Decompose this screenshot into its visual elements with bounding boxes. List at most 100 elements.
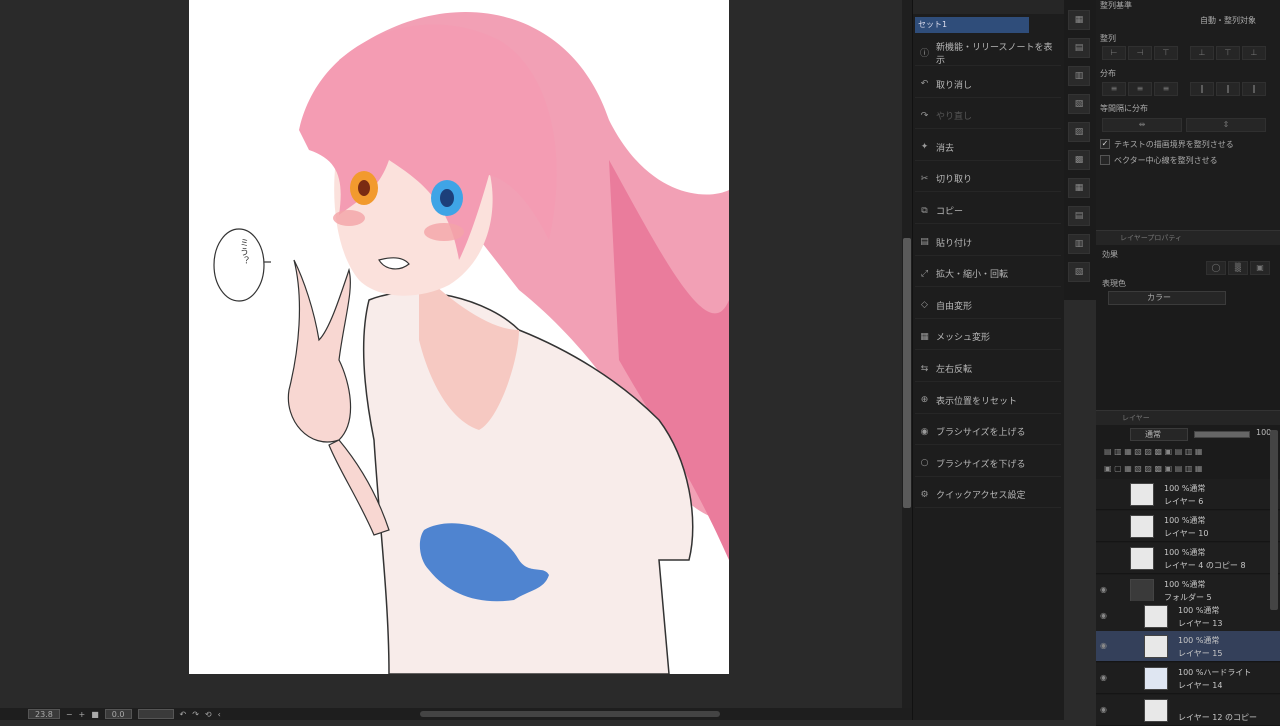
stop-icon[interactable]: ■ — [91, 710, 99, 719]
layer-name: レイヤー 6 — [1164, 497, 1204, 506]
visibility-eye-icon[interactable]: ◉ — [1100, 641, 1107, 650]
rotation-slider[interactable] — [137, 709, 174, 719]
layer-thumbnail — [1144, 635, 1168, 658]
panel-tab-icon[interactable]: ▦ — [1068, 178, 1090, 198]
text-bounds-checkbox[interactable]: ✓ — [1100, 139, 1110, 149]
layer-row[interactable]: ◉ 100 %通常 レイヤー 13 — [1096, 601, 1280, 632]
layer-tool-row[interactable]: ▣ ▢ ▦ ▧ ▨ ▩ ▣ ▤ ▥ ▦ — [1104, 464, 1274, 476]
opacity-value: 100 — [1256, 428, 1272, 437]
distribute-right-button[interactable]: ≡ — [1154, 82, 1178, 96]
visibility-eye-icon[interactable]: ◉ — [1100, 611, 1107, 620]
blend-mode-select[interactable]: 通常 — [1130, 428, 1188, 441]
layer-row[interactable]: 100 %通常 レイヤー 10 — [1096, 511, 1280, 542]
panel-tab-icon[interactable]: ▥ — [1068, 66, 1090, 86]
quick-access-item[interactable]: ⓘ 新機能・リリースノートを表示 — [915, 40, 1061, 66]
panel-icon-column: ▦ ▤ ▥ ▧ ▨ ▩ ▦ ▤ ▥ ▧ — [1064, 0, 1096, 300]
align-middle-button[interactable]: ⊤ — [1216, 46, 1240, 60]
equal-vertical-button[interactable]: ⇕ — [1186, 118, 1266, 132]
quick-access-item[interactable]: ⊕ 表示位置をリセット — [915, 388, 1061, 414]
quick-access-item[interactable]: ⇆ 左右反転 — [915, 356, 1061, 382]
free-transform-icon: ◇ — [921, 300, 928, 311]
quick-access-label: 消去 — [936, 143, 955, 154]
equal-horizontal-button[interactable]: ⇹ — [1102, 118, 1182, 132]
panel-tab-icon[interactable]: ▤ — [1068, 38, 1090, 58]
quick-access-item[interactable]: ◉ ブラシサイズを上げる — [915, 419, 1061, 446]
quick-access-item[interactable]: ↶ 取り消し — [915, 72, 1061, 98]
layer-tool-row[interactable]: ▤ ▥ ▦ ▧ ▨ ▩ ▣ ▤ ▥ ▦ — [1104, 447, 1274, 459]
color-mode-select[interactable]: カラー — [1108, 291, 1226, 305]
quick-access-item[interactable]: ✦ 消去 — [915, 135, 1061, 161]
opacity-slider[interactable] — [1194, 431, 1250, 438]
quick-access-label: 表示位置をリセット — [936, 396, 1018, 407]
layer-name: レイヤー 15 — [1178, 649, 1223, 658]
quick-access-set-tab[interactable]: セット1 — [915, 17, 1029, 33]
layer-panel: レイヤー 通常 100 ▤ ▥ ▦ ▧ ▨ ▩ ▣ ▤ ▥ ▦ ▣ ▢ ▦ ▧ … — [1096, 410, 1280, 726]
vector-center-checkbox[interactable] — [1100, 155, 1110, 165]
layer-name: レイヤー 12 のコピー — [1178, 713, 1258, 722]
quick-access-label: 貼り付け — [936, 238, 973, 249]
distribute-bottom-button[interactable]: ‖ — [1242, 82, 1266, 96]
visibility-eye-icon[interactable]: ◉ — [1100, 585, 1107, 594]
reset-rotation-icon[interactable]: ⟲ — [205, 710, 212, 719]
panel-tab-icon[interactable]: ▥ — [1068, 234, 1090, 254]
quick-access-item[interactable]: ✂ 切り取り — [915, 166, 1061, 193]
flip-view-icon[interactable]: ‹ — [218, 710, 221, 719]
quick-access-item[interactable]: ◇ 自由変形 — [915, 293, 1061, 319]
layer-row[interactable]: ◉ 100 %通常 レイヤー 15 — [1096, 631, 1280, 662]
folder-icon — [1130, 579, 1154, 602]
layer-mode: 100 %通常 — [1164, 484, 1206, 493]
align-basis-value[interactable]: 自動・整列対象 — [1200, 15, 1256, 26]
layer-row[interactable]: 100 %通常 レイヤー 6 — [1096, 479, 1280, 510]
distribute-center-button[interactable]: ≡ — [1128, 82, 1152, 96]
quick-access-item[interactable]: ▦ メッシュ変形 — [915, 324, 1061, 351]
align-right-button[interactable]: ⊤ — [1154, 46, 1178, 60]
brush-down-icon: ○ — [920, 458, 929, 469]
align-bottom-button[interactable]: ⊥ — [1242, 46, 1266, 60]
flip-icon: ⇆ — [920, 363, 929, 374]
quick-access-item[interactable]: ⚙ クイックアクセス設定 — [915, 482, 1061, 509]
align-top-button[interactable]: ⊥ — [1190, 46, 1214, 60]
color-mode-label: 表現色 — [1102, 279, 1126, 288]
panel-tab-icon[interactable]: ▧ — [1068, 262, 1090, 282]
visibility-eye-icon[interactable]: ◉ — [1100, 705, 1107, 714]
canvas-vertical-scroll-thumb[interactable] — [903, 238, 911, 508]
layer-row[interactable]: ◉ 100 %ハードライト レイヤー 14 — [1096, 663, 1280, 694]
quick-access-label: ブラシサイズを下げる — [936, 459, 1026, 470]
canvas-horizontal-scrollbar[interactable] — [420, 711, 720, 717]
layer-row[interactable]: 100 %通常 レイヤー 4 のコピー 8 — [1096, 543, 1280, 574]
visibility-eye-icon[interactable]: ◉ — [1100, 673, 1107, 682]
zoom-out-icon[interactable]: − — [66, 710, 73, 719]
distribute-left-button[interactable]: ≡ — [1102, 82, 1126, 96]
quick-access-item[interactable]: ⧉ コピー — [915, 198, 1061, 224]
quick-access-item[interactable]: ↷ やり直し — [915, 103, 1061, 130]
effect-icon[interactable]: ▒ — [1228, 261, 1248, 275]
mesh-icon: ▦ — [920, 331, 929, 342]
rotate-left-icon[interactable]: ↶ — [180, 710, 187, 719]
quick-access-item[interactable]: ▤ 貼り付け — [915, 230, 1061, 256]
layer-mode: 100 %通常 — [1178, 636, 1220, 645]
quick-access-label: 取り消し — [936, 80, 973, 91]
panel-tab-icon[interactable]: ▧ — [1068, 94, 1090, 114]
quick-access-item[interactable]: ○ ブラシサイズを下げる — [915, 451, 1061, 477]
quick-access-item[interactable]: ⤢ 拡大・縮小・回転 — [915, 261, 1061, 288]
panel-tab-icon[interactable]: ▤ — [1068, 206, 1090, 226]
layer-property-title: レイヤープロパティ — [1096, 231, 1280, 245]
zoom-in-icon[interactable]: + — [79, 710, 86, 719]
canvas-artwork[interactable]: ミう？ — [189, 0, 729, 674]
panel-tab-icon[interactable]: ▨ — [1068, 122, 1090, 142]
distribute-top-button[interactable]: ‖ — [1190, 82, 1214, 96]
layer-row[interactable]: ◉ レイヤー 12 のコピー — [1096, 695, 1280, 726]
layer-scrollbar[interactable] — [1270, 430, 1278, 610]
rotate-right-icon[interactable]: ↷ — [192, 710, 199, 719]
panel-tab-icon[interactable]: ▩ — [1068, 150, 1090, 170]
align-left-button[interactable]: ⊢ — [1102, 46, 1126, 60]
zoom-field[interactable]: 23.8 — [28, 709, 60, 719]
transform-icon: ⤢ — [920, 268, 929, 279]
layer-name: レイヤー 10 — [1164, 529, 1209, 538]
distribute-middle-button[interactable]: ‖ — [1216, 82, 1240, 96]
effect-icon[interactable]: ▣ — [1250, 261, 1270, 275]
panel-tab-icon[interactable]: ▦ — [1068, 10, 1090, 30]
effect-icon[interactable]: ◯ — [1206, 261, 1226, 275]
rotation-field[interactable]: 0.0 — [104, 709, 132, 719]
align-center-button[interactable]: ⊣ — [1128, 46, 1152, 60]
